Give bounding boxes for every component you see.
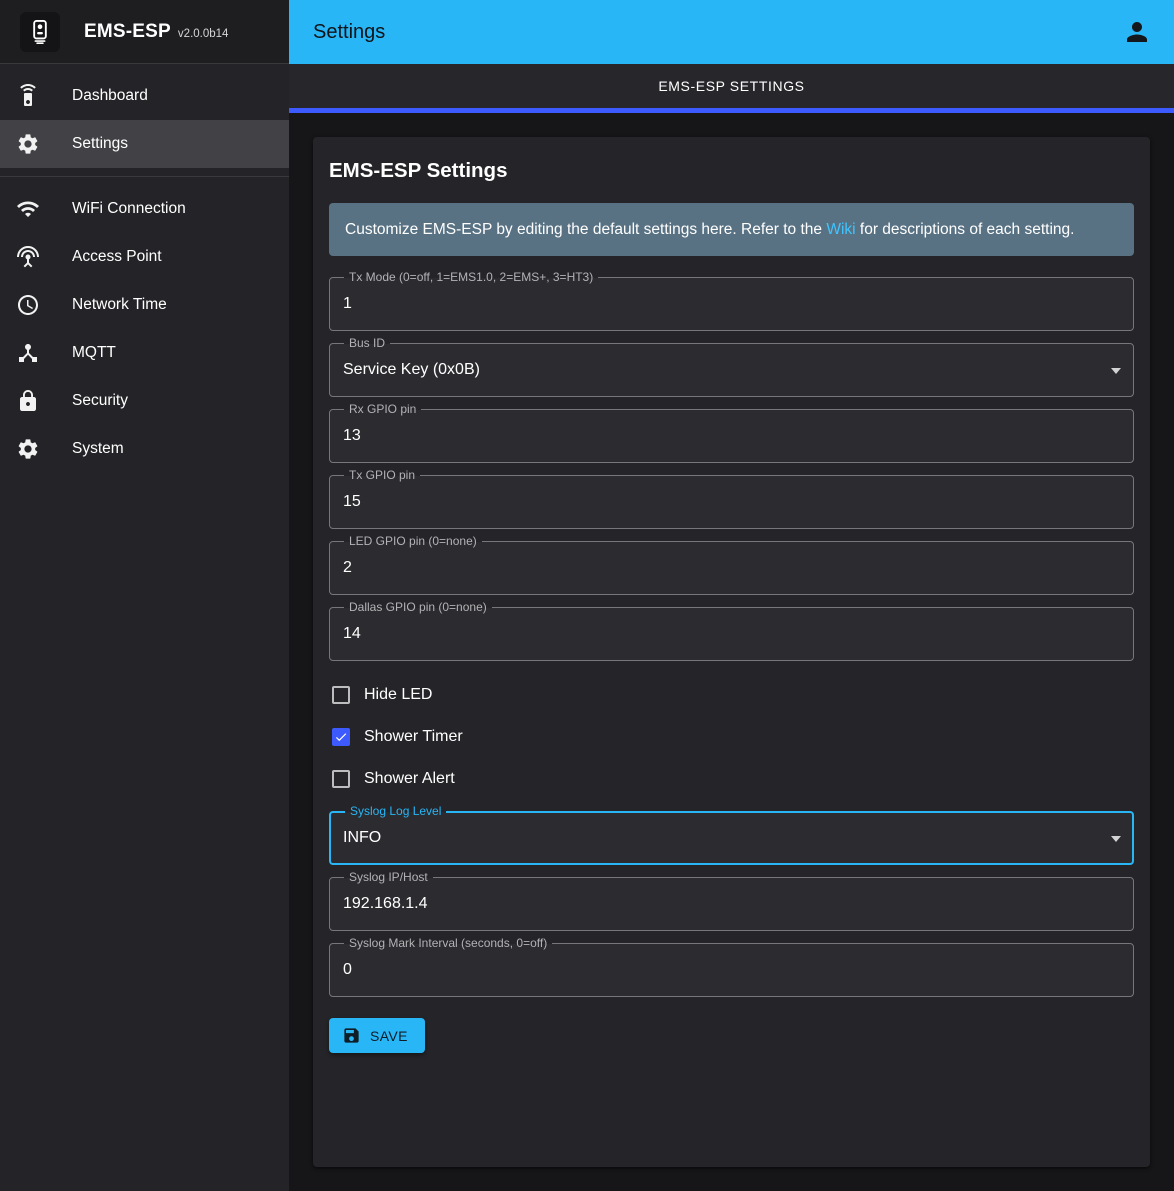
checkbox-label: Shower Timer <box>364 728 463 746</box>
checkbox-hide-led[interactable]: Hide LED <box>329 674 1134 716</box>
checkbox-shower-timer[interactable]: Shower Timer <box>329 716 1134 758</box>
sidebar-item-wifi-connection[interactable]: WiFi Connection <box>0 185 289 233</box>
settings-card: EMS-ESP Settings Customize EMS-ESP by ed… <box>313 137 1150 1167</box>
lock-icon <box>16 389 40 413</box>
field-rx-gpio[interactable]: Rx GPIO pin 13 <box>329 410 1134 463</box>
info-text-after: for descriptions of each setting. <box>856 221 1075 238</box>
sidebar-item-mqtt[interactable]: MQTT <box>0 329 289 377</box>
wifi-icon <box>16 197 40 221</box>
field-value: 13 <box>329 410 1104 445</box>
app-name: EMS-ESP <box>84 21 171 43</box>
sidebar-item-settings[interactable]: Settings <box>0 120 289 168</box>
field-dallas-gpio[interactable]: Dallas GPIO pin (0=none) 14 <box>329 608 1134 661</box>
app-version: v2.0.0b14 <box>178 23 229 40</box>
hub-icon <box>16 341 40 365</box>
field-value: 15 <box>329 476 1104 511</box>
sidebar-item-network-time[interactable]: Network Time <box>0 281 289 329</box>
gear-icon <box>16 132 40 156</box>
field-tx-gpio[interactable]: Tx GPIO pin 15 <box>329 476 1134 529</box>
checkbox-unchecked-icon[interactable] <box>332 770 350 788</box>
app-logo-icon <box>20 12 60 52</box>
field-tx-mode[interactable]: Tx Mode (0=off, 1=EMS1.0, 2=EMS+, 3=HT3)… <box>329 278 1134 331</box>
sidebar-item-access-point[interactable]: Access Point <box>0 233 289 281</box>
sidebar-header: EMS-ESP v2.0.0b14 <box>0 0 289 64</box>
antenna-icon <box>16 245 40 269</box>
field-value: Service Key (0x0B) <box>329 344 1104 379</box>
save-icon <box>342 1026 361 1045</box>
sidebar-item-label: Settings <box>72 135 128 153</box>
content: EMS-ESP Settings Customize EMS-ESP by ed… <box>289 113 1174 1191</box>
account-icon[interactable] <box>1122 17 1152 47</box>
sidebar-item-label: Network Time <box>72 296 167 314</box>
tabbar: EMS-ESP SETTINGS <box>289 64 1174 113</box>
field-value: 1 <box>329 278 1104 313</box>
field-value: 14 <box>329 608 1104 643</box>
sidebar-item-system[interactable]: System <box>0 425 289 473</box>
sidebar-divider <box>0 176 289 177</box>
sidebar-item-label: MQTT <box>72 344 116 362</box>
sidebar-item-dashboard[interactable]: Dashboard <box>0 72 289 120</box>
field-value: 2 <box>329 542 1104 577</box>
dropdown-arrow-icon <box>1111 368 1121 374</box>
field-syslog-level[interactable]: Syslog Log Level INFO <box>329 812 1134 865</box>
wiki-link[interactable]: Wiki <box>826 221 855 238</box>
field-syslog-mark-interval[interactable]: Syslog Mark Interval (seconds, 0=off) 0 <box>329 944 1134 997</box>
tab-ems-esp-settings[interactable]: EMS-ESP SETTINGS <box>289 64 1174 113</box>
checkbox-label: Shower Alert <box>364 770 455 788</box>
sidebar-item-label: Dashboard <box>72 87 148 105</box>
sidebar-item-security[interactable]: Security <box>0 377 289 425</box>
tab-indicator <box>289 108 1174 113</box>
checkbox-shower-alert[interactable]: Shower Alert <box>329 758 1134 800</box>
checkbox-checked-icon[interactable] <box>332 728 350 746</box>
field-bus-id[interactable]: Bus ID Service Key (0x0B) <box>329 344 1134 397</box>
page-title: Settings <box>313 21 1122 44</box>
sidebar: EMS-ESP v2.0.0b14 Dashboard Settings <box>0 0 289 1191</box>
field-value: 0 <box>329 944 1104 979</box>
sidebar-item-label: Security <box>72 392 128 410</box>
field-syslog-host[interactable]: Syslog IP/Host 192.168.1.4 <box>329 878 1134 931</box>
field-led-gpio[interactable]: LED GPIO pin (0=none) 2 <box>329 542 1134 595</box>
gear-icon <box>16 437 40 461</box>
appbar: Settings <box>289 0 1174 64</box>
tab-label: EMS-ESP SETTINGS <box>658 78 804 94</box>
save-button-label: SAVE <box>370 1028 408 1044</box>
field-value: INFO <box>329 812 1104 847</box>
sidebar-item-label: System <box>72 440 124 458</box>
checkbox-label: Hide LED <box>364 686 432 704</box>
clock-icon <box>16 293 40 317</box>
sidebar-item-label: Access Point <box>72 248 162 266</box>
app-root: EMS-ESP v2.0.0b14 Dashboard Settings <box>0 0 1174 1191</box>
checkbox-unchecked-icon[interactable] <box>332 686 350 704</box>
sidebar-item-label: WiFi Connection <box>72 200 186 218</box>
sidebar-nav: Dashboard Settings WiFi Connection A <box>0 64 289 481</box>
info-banner: Customize EMS-ESP by editing the default… <box>329 203 1134 256</box>
info-text-before: Customize EMS-ESP by editing the default… <box>345 221 826 238</box>
main-area: Settings EMS-ESP SETTINGS EMS-ESP Settin… <box>289 0 1174 1191</box>
field-value: 192.168.1.4 <box>329 878 1104 913</box>
remote-icon <box>16 84 40 108</box>
card-title: EMS-ESP Settings <box>329 159 1134 183</box>
dropdown-arrow-icon <box>1111 836 1121 842</box>
save-button[interactable]: SAVE <box>329 1018 425 1053</box>
